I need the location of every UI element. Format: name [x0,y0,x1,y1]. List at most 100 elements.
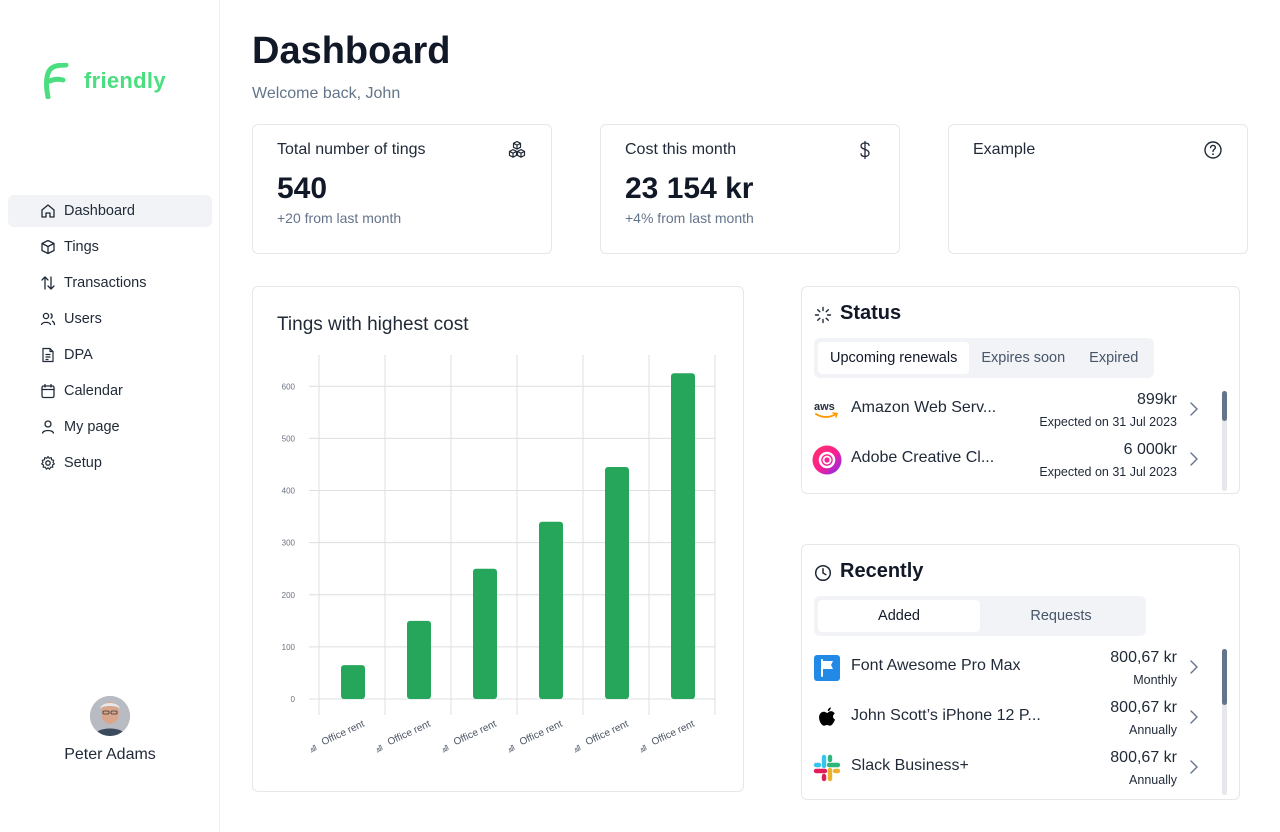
y-tick-label: 0 [291,695,296,704]
item-amount: 899kr [1136,391,1177,408]
x-tick-label: Office rent [376,719,432,753]
item-amount: 800,67 kr [1110,649,1177,666]
status-panel: Status Upcoming renewals Expires soon Ex… [801,286,1240,494]
bar [341,665,365,699]
y-tick-label: 500 [282,434,296,443]
sidebar-item-transactions[interactable]: Transactions [8,267,212,299]
x-tick-label: Office rent [508,719,564,753]
user-profile[interactable]: Peter Adams [0,696,220,764]
stat-title: Total number of tings [277,141,426,158]
apple-logo-icon [819,707,835,726]
dollar-icon [860,140,870,160]
sidebar-item-label: Tings [64,239,99,255]
recently-title: Recently [840,560,924,582]
sidebar-item-label: Setup [64,455,102,471]
sidebar-item-label: Users [64,311,102,327]
stat-value: 540 [277,172,328,205]
stat-delta: +20 from last month [277,210,402,226]
brand-logo[interactable]: friendly [44,63,166,99]
page-title: Dashboard [252,30,451,72]
x-tick-text: Office rent [584,719,630,748]
item-meta: Annually [1129,773,1177,787]
font-awesome-logo-icon [814,655,840,681]
bar [473,568,497,699]
sidebar-item-label: DPA [64,347,93,363]
bar-chart-icon [310,744,317,753]
item-meta: Monthly [1133,673,1177,687]
tab-upcoming-renewals[interactable]: Upcoming renewals [818,342,970,374]
calendar-icon [41,383,55,399]
box-icon [41,239,55,255]
gear-icon [41,455,55,470]
sidebar: friendly Dashboard Tings Transactions Us… [0,0,220,832]
sidebar-item-tings[interactable]: Tings [8,231,212,263]
avatar[interactable] [90,696,130,736]
clock-icon [814,564,832,582]
list-item[interactable]: Font Awesome Pro Max 800,67 kr Monthly [812,644,1223,694]
sidebar-item-label: My page [64,419,120,435]
bar [539,521,563,699]
chart-card: Tings with highest cost 0 100 200 300 400 500… [252,286,744,792]
slack-logo-icon [813,754,841,782]
recently-panel: Recently Added Requests Font Awesome Pro… [801,544,1240,800]
friendly-logo-icon [44,63,69,99]
stat-value: 23 154 kr [625,172,754,205]
sidebar-item-setup[interactable]: Setup [8,447,212,479]
x-tick-text: Office rent [518,719,564,748]
x-tick-text: Office rent [386,719,432,748]
item-name: Adobe Creative Cl... [851,449,995,466]
sidebar-item-label: Dashboard [64,203,135,219]
list-item[interactable]: John Scott’s iPhone 12 P... 800,67 kr An… [812,694,1223,744]
arrows-up-down-icon [41,276,55,290]
home-icon [41,204,55,218]
stat-card-cost-month: Cost this month 23 154 kr +4% from last … [600,124,900,254]
recently-tabs: Added Requests [814,596,1146,636]
y-tick-label: 400 [282,487,296,496]
list-item[interactable]: aws Amazon Web Serv... 899kr Expected on… [812,386,1223,436]
list-item[interactable]: Adobe Creative Cl... 6 000kr Expected on… [812,436,1223,486]
x-tick-text: Office rent [452,719,498,748]
stat-card-total-tings: Total number of tings 540 +20 from last … [252,124,552,254]
bar-chart: 0 100 200 300 400 500 600 Office rent Office ren… [282,355,716,753]
status-scrollbar[interactable] [1222,391,1227,491]
item-meta: Expected on 31 Jul 2023 [1039,465,1177,479]
user-name: Peter Adams [64,746,156,763]
svg-text:aws: aws [814,401,835,413]
bar [407,620,431,699]
sidebar-item-dashboard[interactable]: Dashboard [8,195,212,227]
list-item[interactable]: Slack Business+ 800,67 kr Annually [812,744,1223,794]
bar-chart-icon [574,744,581,753]
avatar-photo [90,696,130,736]
bar [605,467,629,699]
tab-requests[interactable]: Requests [980,600,1142,632]
stat-card-example: Example [948,124,1248,254]
chevron-right-icon [1190,660,1198,674]
y-tick-label: 600 [282,382,296,391]
loader-icon [814,306,832,324]
tab-expired[interactable]: Expired [1077,342,1150,374]
recently-scrollbar[interactable] [1222,649,1227,795]
status-tabs: Upcoming renewals Expires soon Expired [814,338,1155,378]
scroll-thumb[interactable] [1222,649,1227,705]
sidebar-item-calendar[interactable]: Calendar [8,375,212,407]
sidebar-item-label: Calendar [64,383,123,399]
bar [671,373,695,699]
tab-added[interactable]: Added [818,600,980,632]
bar-chart-icon [376,744,383,753]
chevron-right-icon [1190,760,1198,774]
item-name: Amazon Web Serv... [851,399,997,416]
stat-delta: +4% from last month [625,210,754,226]
scroll-thumb[interactable] [1222,391,1227,421]
sidebar-item-dpa[interactable]: DPA [8,339,212,371]
item-amount: 6 000kr [1123,441,1177,458]
sidebar-item-label: Transactions [64,275,147,291]
sidebar-item-users[interactable]: Users [8,303,212,335]
item-meta: Expected on 31 Jul 2023 [1039,415,1177,429]
sidebar-item-my-page[interactable]: My page [8,411,212,443]
item-name: Slack Business+ [851,757,969,774]
x-tick-label: Office rent [574,719,630,753]
chevron-right-icon [1190,452,1198,466]
status-list: aws Amazon Web Serv... 899kr Expected on… [812,386,1223,486]
tab-expires-soon[interactable]: Expires soon [969,342,1077,374]
adobe-cc-logo-icon [812,445,842,475]
